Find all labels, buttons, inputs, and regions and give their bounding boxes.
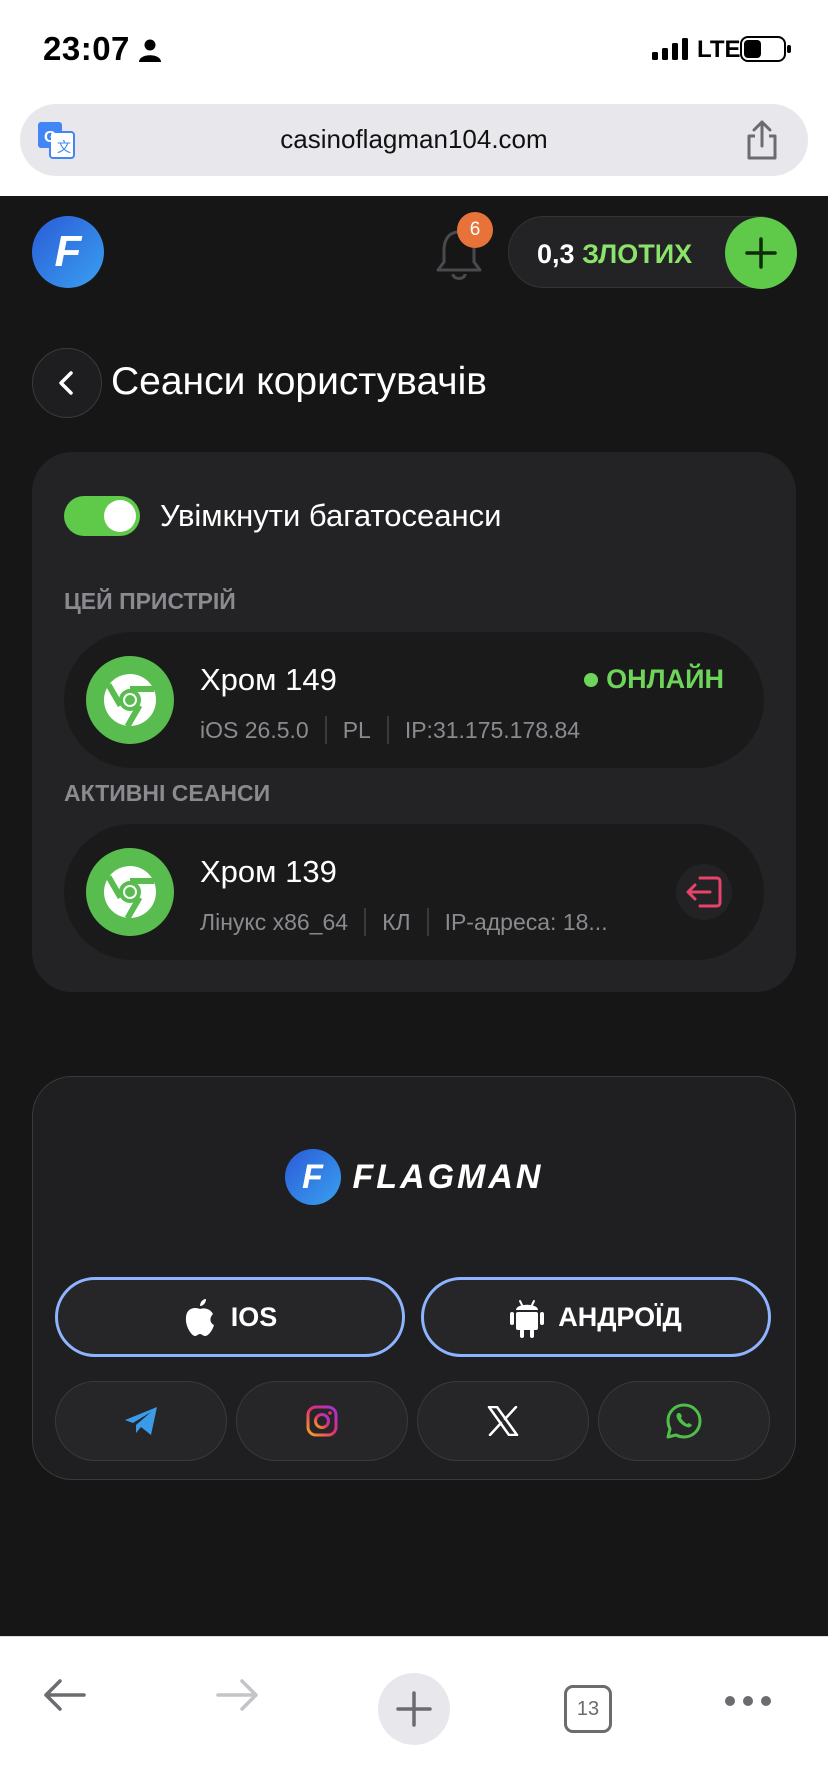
- plus-icon: [745, 237, 777, 269]
- person-icon: [139, 39, 161, 62]
- telegram-icon: [125, 1407, 157, 1435]
- multisession-toggle[interactable]: [64, 496, 140, 536]
- new-tab-button[interactable]: [378, 1673, 450, 1745]
- instagram-button[interactable]: [236, 1381, 408, 1461]
- brand-mark: F: [284, 1149, 341, 1205]
- brand-logo: F FLAGMAN: [33, 1149, 795, 1205]
- session-meta: iOS 26.5.0 PL IP:31.175.178.84: [200, 716, 580, 744]
- session-os: iOS 26.5.0: [200, 716, 309, 743]
- arrow-right-icon: [216, 1679, 258, 1711]
- arrow-left-icon: [44, 1679, 86, 1711]
- this-device-heading: ЦЕЙ ПРИСТРІЙ: [64, 588, 236, 614]
- instagram-icon: [306, 1405, 338, 1437]
- android-app-button[interactable]: АНДРОЇД: [421, 1277, 771, 1357]
- ios-label: IOS: [230, 1301, 278, 1332]
- battery-icon: [740, 36, 791, 62]
- whatsapp-button[interactable]: [598, 1381, 770, 1461]
- session-ip: IP:31.175.178.84: [404, 716, 581, 743]
- more-menu-button[interactable]: [724, 1695, 772, 1707]
- current-session-row: Хром 149 ОНЛАЙН iOS 26.5.0 PL IP:31.175.…: [64, 632, 764, 768]
- toggle-knob: [104, 500, 136, 532]
- browser-toolbar: G 文 casinoflagman104.com: [0, 98, 828, 196]
- network-label: LTE: [697, 36, 741, 63]
- logout-icon: [686, 876, 722, 908]
- session-browser: Хром 139: [200, 854, 337, 889]
- balance-text: 0,3 ЗЛОТИХ: [537, 239, 692, 270]
- address-bar[interactable]: G 文 casinoflagman104.com: [20, 104, 808, 176]
- multisession-label: Увімкнути багатосеанси: [160, 498, 502, 533]
- status-time: 23:07: [43, 30, 130, 67]
- android-icon: [510, 1300, 545, 1338]
- status-bar: 23:07 LTE: [0, 0, 828, 98]
- forward-nav-button[interactable]: [214, 1675, 262, 1715]
- site-logo[interactable]: F: [32, 216, 104, 288]
- active-sessions-heading: АКТИВНІ СЕАНСИ: [64, 780, 271, 806]
- divider: [386, 716, 389, 744]
- chevron-left-icon: [59, 371, 73, 395]
- plus-icon: [396, 1691, 432, 1727]
- chrome-icon: [86, 848, 174, 936]
- divider: [426, 908, 429, 936]
- logout-session-button[interactable]: [676, 864, 732, 920]
- online-dot: [584, 672, 599, 687]
- brand-name: FLAGMAN: [352, 1157, 544, 1196]
- session-meta: Лінукс x86_64 КЛ IP-адреса: 18...: [200, 908, 608, 936]
- apple-icon: [185, 1299, 214, 1336]
- signal-icon: [652, 38, 688, 60]
- back-nav-button[interactable]: [40, 1675, 88, 1715]
- divider: [364, 908, 367, 936]
- session-ip: IP-адреса: 18...: [444, 908, 608, 935]
- notification-badge: 6: [457, 212, 493, 248]
- sessions-card: Увімкнути багатосеанси ЦЕЙ ПРИСТРІЙ Хром…: [32, 452, 796, 992]
- ios-app-button[interactable]: IOS: [55, 1277, 405, 1357]
- x-icon: [487, 1406, 519, 1436]
- online-label: ОНЛАЙН: [606, 664, 724, 694]
- x-twitter-button[interactable]: [417, 1381, 589, 1461]
- tabs-button[interactable]: 13: [564, 1685, 612, 1733]
- browser-bottom-bar: 13: [0, 1636, 828, 1792]
- back-button[interactable]: [32, 348, 102, 418]
- session-country: КЛ: [382, 908, 411, 935]
- deposit-button[interactable]: [725, 217, 797, 289]
- balance-pill[interactable]: 0,3 ЗЛОТИХ: [508, 216, 797, 289]
- url-text[interactable]: casinoflagman104.com: [20, 124, 808, 155]
- telegram-button[interactable]: [55, 1381, 227, 1461]
- whatsapp-icon: [666, 1403, 702, 1439]
- share-icon[interactable]: [744, 118, 780, 162]
- balance-amount: 0,3: [537, 239, 575, 269]
- more-icon: [725, 1696, 771, 1706]
- online-status: ОНЛАЙН: [584, 664, 724, 695]
- active-session-row: Хром 139 Лінукс x86_64 КЛ IP-адреса: 18.…: [64, 824, 764, 960]
- session-browser: Хром 149: [200, 662, 337, 697]
- divider: [324, 716, 327, 744]
- page-title: Сеанси користувачів: [111, 360, 487, 403]
- session-country: PL: [342, 716, 371, 743]
- session-os: Лінукс x86_64: [200, 908, 349, 935]
- chrome-icon: [86, 656, 174, 744]
- footer-card: F FLAGMAN IOS АНДРОЇД: [32, 1076, 796, 1480]
- app-content: F 6 0,3 ЗЛОТИХ Сеанси користувачів Увімк…: [0, 196, 828, 1636]
- android-label: АНДРОЇД: [558, 1301, 682, 1332]
- balance-currency: ЗЛОТИХ: [582, 239, 693, 269]
